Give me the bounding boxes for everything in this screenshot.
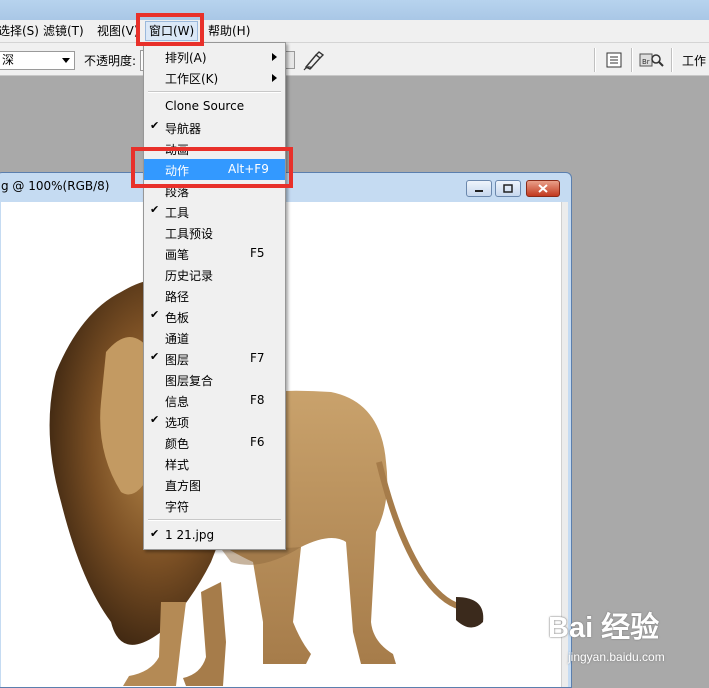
menu-item-options[interactable]: ✔ 选项 xyxy=(144,411,285,432)
mode-select-value: 深 xyxy=(2,53,15,67)
close-icon xyxy=(538,184,548,193)
mode-select[interactable]: 深 xyxy=(0,51,75,70)
menu-item-workspace[interactable]: 工作区(K) xyxy=(144,67,285,88)
menu-item-layer-comps[interactable]: 图层复合 xyxy=(144,369,285,390)
window-menu-dropdown: 排列(A) 工作区(K) Clone Source ✔ 导航器 动画 动作 Al… xyxy=(143,42,286,550)
restore-icon xyxy=(503,184,513,193)
toolbar-divider xyxy=(671,48,673,72)
menu-item-arrange[interactable]: 排列(A) xyxy=(144,46,285,67)
menu-item-open-document[interactable]: ✔ 1 21.jpg xyxy=(144,525,285,546)
menu-item-paths[interactable]: 路径 xyxy=(144,285,285,306)
checkmark-icon: ✔ xyxy=(150,527,160,540)
document-window: g @ 100%(RGB/8) xyxy=(0,172,572,688)
toolbar-divider xyxy=(594,48,596,72)
menu-item-tools[interactable]: ✔ 工具 xyxy=(144,201,285,222)
minimize-button[interactable] xyxy=(466,180,492,197)
menu-separator xyxy=(148,91,281,93)
close-button[interactable] xyxy=(526,180,560,197)
menu-item-info[interactable]: 信息 F8 xyxy=(144,390,285,411)
menu-item-clone-source[interactable]: Clone Source xyxy=(144,96,285,117)
options-bar: 深 不透明度: Br 工作 xyxy=(0,43,709,76)
menu-help[interactable]: 帮助(H) xyxy=(208,23,250,39)
watermark-url: jingyan.baidu.com xyxy=(568,650,665,664)
workspace-button[interactable]: 工作 xyxy=(682,52,706,69)
checkmark-icon: ✔ xyxy=(150,203,160,216)
menu-view[interactable]: 视图(V) xyxy=(97,23,139,39)
menu-item-histogram[interactable]: 直方图 xyxy=(144,474,285,495)
menu-item-styles[interactable]: 样式 xyxy=(144,453,285,474)
menu-item-brushes[interactable]: 画笔 F5 xyxy=(144,243,285,264)
submenu-arrow-icon xyxy=(272,74,277,82)
window-title-strip xyxy=(0,0,709,20)
baidu-jingyan-logo: Bai 经验 xyxy=(548,612,660,644)
maximize-button[interactable] xyxy=(495,180,521,197)
checkmark-icon: ✔ xyxy=(150,119,160,132)
palette-well-icon[interactable] xyxy=(603,50,625,70)
chevron-down-icon xyxy=(62,58,70,63)
menu-item-character[interactable]: 字符 xyxy=(144,495,285,516)
menu-item-layers[interactable]: ✔ 图层 F7 xyxy=(144,348,285,369)
file-browser-icon[interactable]: Br xyxy=(637,50,665,70)
menu-item-swatches[interactable]: ✔ 色板 xyxy=(144,306,285,327)
toolbar-divider xyxy=(631,48,633,72)
svg-text:Br: Br xyxy=(642,58,650,66)
document-title: g @ 100%(RGB/8) xyxy=(1,179,110,193)
highlight-box-window-menu xyxy=(136,13,204,46)
menu-item-tool-presets[interactable]: 工具预设 xyxy=(144,222,285,243)
menu-bar: 选择(S) 滤镜(T) 视图(V) 窗口(W) 帮助(H) xyxy=(0,20,709,43)
menu-item-navigator[interactable]: ✔ 导航器 xyxy=(144,117,285,138)
menu-filter[interactable]: 滤镜(T) xyxy=(43,23,84,39)
menu-separator xyxy=(148,519,281,521)
checkmark-icon: ✔ xyxy=(150,413,160,426)
minimize-icon xyxy=(475,190,483,192)
menu-item-color[interactable]: 颜色 F6 xyxy=(144,432,285,453)
baidu-watermark: Bai 经验 jingyan.baidu.com xyxy=(548,604,708,670)
airbrush-icon[interactable] xyxy=(302,49,326,71)
submenu-arrow-icon xyxy=(272,53,277,61)
checkmark-icon: ✔ xyxy=(150,308,160,321)
menu-item-channels[interactable]: 通道 xyxy=(144,327,285,348)
menu-select[interactable]: 选择(S) xyxy=(0,23,39,39)
opacity-label: 不透明度: xyxy=(84,54,137,68)
menu-item-history[interactable]: 历史记录 xyxy=(144,264,285,285)
checkmark-icon: ✔ xyxy=(150,350,160,363)
highlight-box-actions-item xyxy=(131,147,293,188)
